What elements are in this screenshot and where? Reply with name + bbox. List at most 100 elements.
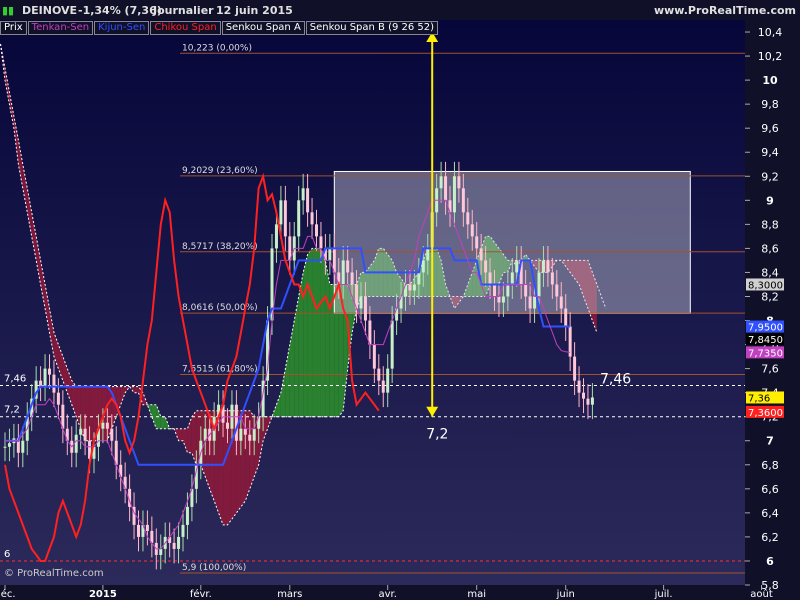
cloud-segment (307, 248, 313, 417)
cloud-segment (218, 410, 224, 525)
ticker: DEINOVE (22, 4, 78, 17)
price-change: -1,34% (7,36) (78, 4, 162, 17)
y-tick-label: 9,2 (761, 170, 779, 183)
candle-body (110, 428, 114, 441)
candle-body (577, 380, 581, 393)
arrow-head-down (426, 406, 439, 417)
candle-body (56, 392, 60, 405)
candle-body (564, 308, 568, 327)
candle-body (497, 296, 501, 303)
candle-body (381, 380, 385, 393)
candle-body (101, 422, 105, 429)
cloud-segment (325, 260, 330, 417)
cloud-segment (9, 92, 14, 129)
annotation-label: 7,46 (600, 371, 631, 387)
candle-body (83, 428, 87, 441)
cloud-segment (240, 410, 246, 507)
candle-body (137, 524, 140, 537)
candle-body (501, 296, 505, 303)
candle-body (546, 260, 550, 273)
candle-body (590, 397, 594, 405)
candle-body (274, 224, 278, 249)
x-tick-label: avr. (378, 589, 396, 600)
candle-body (582, 392, 585, 399)
cloud-segment (249, 410, 255, 489)
candle-body (484, 260, 488, 273)
annotation-label: 7,2 (426, 427, 448, 443)
y-tick-label: 9 (766, 194, 774, 207)
candle-body (444, 176, 448, 201)
candle-body (279, 200, 283, 225)
chart-window: 10,223 (0,00%) 9,2029 (23,60%) 8,5717 (38,… (0, 0, 800, 600)
cloud-segment (280, 368, 286, 417)
candle-body (439, 176, 443, 189)
legend-item[interactable]: Senkou Span B (9 26 52) (305, 21, 439, 35)
cloud-segment (191, 410, 197, 465)
candle-body (159, 548, 163, 555)
cloud-segment (13, 116, 19, 165)
candle-body (21, 440, 25, 453)
x-tick-label: août (750, 588, 773, 600)
candle-body (386, 368, 390, 393)
cloud-segment (89, 386, 94, 441)
cloud-segment (316, 248, 321, 417)
candle-body (461, 188, 465, 213)
candle-body (475, 236, 479, 249)
candle-body (177, 536, 181, 549)
y-tick-label: 7 (766, 435, 774, 448)
cloud-segment (45, 284, 50, 333)
cloud-segment (183, 428, 188, 453)
candle-body (528, 296, 532, 309)
candle-body (239, 428, 243, 441)
candle-body (533, 296, 537, 309)
y-tick-label: 10,4 (758, 26, 783, 39)
candle-body (421, 260, 425, 273)
candle-body (306, 188, 310, 213)
y-tick-label: 10 (762, 74, 778, 87)
period: Journalier (153, 4, 214, 17)
cloud-segment (187, 416, 192, 453)
candle-body (555, 284, 559, 297)
candle-body (52, 374, 56, 393)
cloud-segment (160, 416, 166, 429)
cloud-segment (320, 248, 326, 417)
y-tick-label: 8,6 (761, 242, 779, 255)
legend-item[interactable]: Prix (0, 21, 27, 35)
copyright: © ProRealTime.com (4, 568, 104, 579)
legend-item[interactable]: Senkou Span A (221, 21, 305, 35)
candle-body (252, 428, 256, 441)
legend-item[interactable]: Tenkan-Sen (27, 21, 94, 35)
level-label: 7,2 (4, 405, 20, 416)
cloud-segment (22, 164, 28, 213)
candle-body (470, 224, 474, 237)
x-tick-label: déc. (0, 588, 16, 600)
legend-item[interactable]: Kijun-Sen (94, 21, 150, 35)
x-tick-label: mars (277, 589, 302, 600)
date: 12 juin 2015 (216, 4, 293, 17)
chart-svg: 10,223 (0,00%) 9,2029 (23,60%) 8,5717 (38,… (0, 20, 800, 600)
candle-body (346, 260, 350, 273)
price-tag-label: 7,36 (748, 393, 770, 404)
legend-item[interactable]: Chikou Span (150, 21, 221, 35)
x-tick-label: mai (467, 589, 486, 600)
cloud-segment (31, 212, 37, 261)
candle-body (7, 443, 11, 447)
candle-body (234, 404, 238, 441)
indicator-legend: Prix Tenkan-Sen Kijun-Sen Chikou Span Senkou… (0, 21, 439, 35)
cloud-segment (36, 236, 41, 285)
candle-body (541, 260, 545, 273)
cloud-segment (312, 248, 317, 417)
candle-body (341, 260, 345, 285)
cloud-segment (76, 386, 81, 429)
candle-body (377, 368, 381, 381)
candle-body (515, 260, 519, 273)
candle-body (363, 296, 367, 321)
x-tick-label: juil. (654, 589, 673, 600)
cloud-segment (174, 428, 179, 441)
price-tag-label: 7,7350 (748, 348, 783, 359)
candle-body (350, 272, 354, 285)
candle-body (510, 272, 514, 285)
price-tag-label: 7,8450 (748, 335, 783, 346)
y-tick-label: 8,4 (761, 266, 779, 279)
cloud-segment (40, 260, 46, 309)
